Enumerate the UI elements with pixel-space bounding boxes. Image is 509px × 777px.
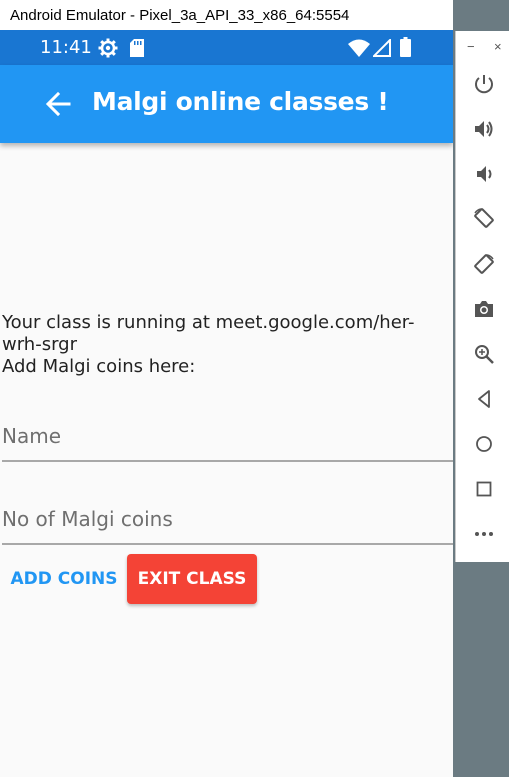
signal-icon <box>373 39 391 57</box>
exit-class-button[interactable]: EXIT CLASS <box>127 554 257 604</box>
emulator-title-bar: Android Emulator - Pixel_3a_API_33_x86_6… <box>0 0 453 30</box>
coins-input[interactable] <box>2 495 453 545</box>
home-icon[interactable] <box>473 433 495 455</box>
app-bar: Malgi online classes ! <box>0 65 453 143</box>
device-screen: 11:41 Malgi online classes ! Your class … <box>0 30 453 777</box>
zoom-icon[interactable] <box>473 343 495 365</box>
minimize-button[interactable]: − <box>467 39 475 54</box>
battery-icon <box>400 37 411 57</box>
overview-icon[interactable] <box>473 478 495 500</box>
back-arrow-icon[interactable] <box>45 91 71 117</box>
class-info: Your class is running at meet.google.com… <box>2 312 450 378</box>
nav-back-icon[interactable] <box>473 388 495 410</box>
volume-up-icon[interactable] <box>473 118 495 140</box>
page-title: Malgi online classes ! <box>92 87 389 116</box>
emulator-window-title: Android Emulator - Pixel_3a_API_33_x86_6… <box>10 6 350 24</box>
name-input[interactable] <box>2 412 453 462</box>
more-icon[interactable] <box>473 523 495 545</box>
status-time: 11:41 <box>40 37 92 58</box>
volume-down-icon[interactable] <box>473 163 495 185</box>
class-link-text: Your class is running at meet.google.com… <box>2 312 415 355</box>
sd-card-icon <box>130 39 144 57</box>
add-coins-button[interactable]: ADD COINS <box>7 554 121 604</box>
status-bar: 11:41 <box>0 30 453 65</box>
close-button[interactable]: × <box>494 39 502 54</box>
power-icon[interactable] <box>473 73 495 95</box>
emulator-side-toolbar: − × <box>455 31 509 562</box>
wifi-icon <box>348 39 370 57</box>
rotate-left-icon[interactable] <box>473 207 495 229</box>
coins-prompt: Add Malgi coins here: <box>2 356 196 377</box>
gear-icon <box>98 38 118 58</box>
camera-icon[interactable] <box>473 298 495 320</box>
rotate-right-icon[interactable] <box>473 253 495 275</box>
